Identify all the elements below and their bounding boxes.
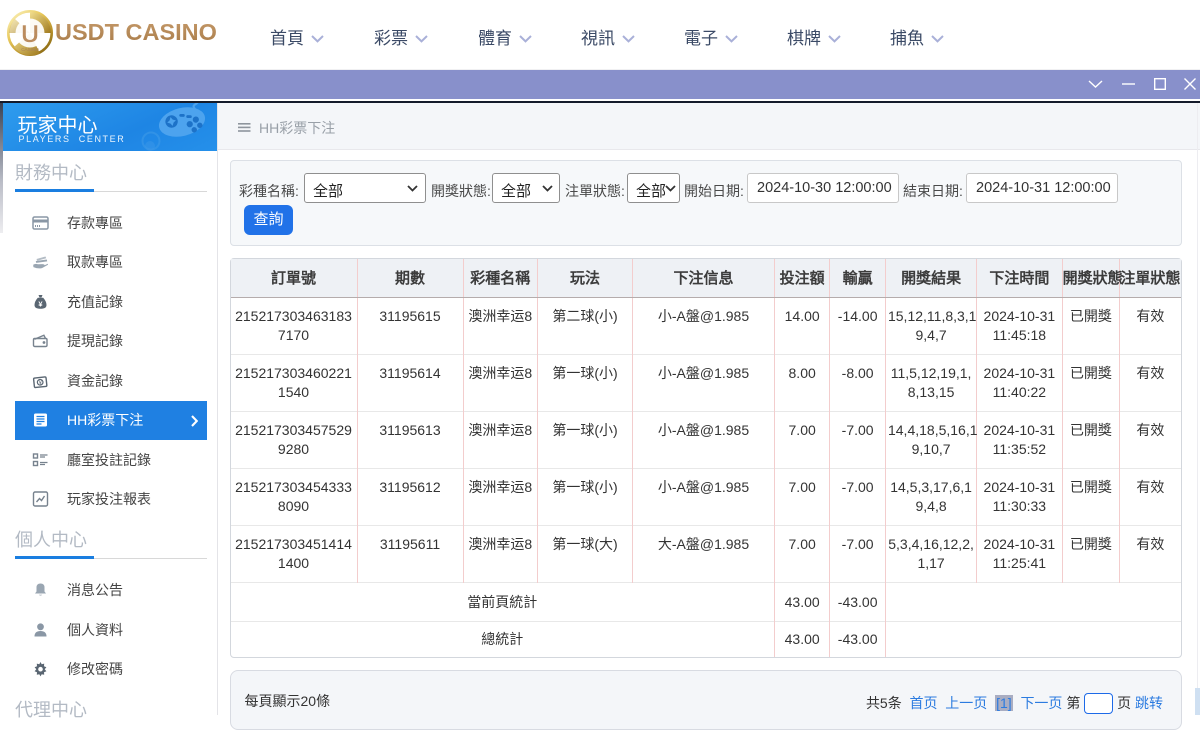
svg-text:U: U [21,21,39,49]
svg-text:CASINO: CASINO [21,47,39,52]
